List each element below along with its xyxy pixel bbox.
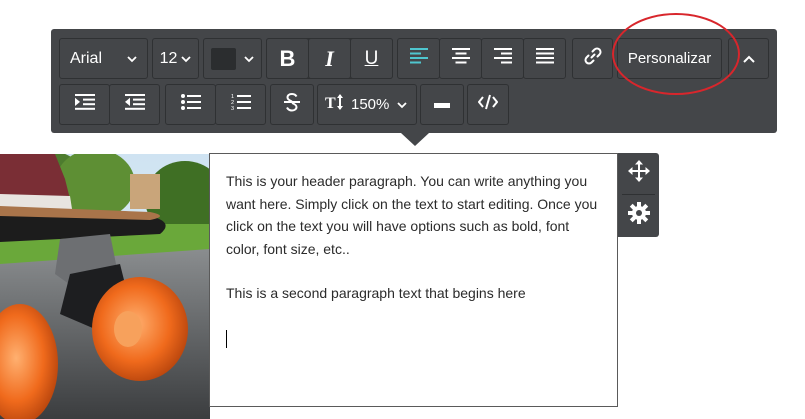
code-icon xyxy=(477,94,499,115)
header-paragraph[interactable]: This is your header paragraph. You can w… xyxy=(226,170,598,260)
line-height-select[interactable]: T 150% xyxy=(317,84,417,125)
italic-icon: I xyxy=(325,45,334,71)
skateboard-photo-art xyxy=(0,154,210,419)
indent-icon xyxy=(74,94,95,115)
strikethrough-icon xyxy=(283,92,301,117)
numbered-list-icon: 123 xyxy=(231,93,251,116)
underline-icon: U xyxy=(364,47,379,69)
outdent-icon xyxy=(124,94,145,115)
font-family-value: Arial xyxy=(70,49,103,67)
text-editor[interactable]: This is your header paragraph. You can w… xyxy=(209,153,618,407)
chevron-down-icon xyxy=(127,50,137,68)
link-icon xyxy=(583,47,602,70)
insert-link-button[interactable] xyxy=(572,38,613,79)
outdent-button[interactable] xyxy=(109,84,160,125)
text-color-select[interactable] xyxy=(203,38,262,79)
svg-text:T: T xyxy=(325,95,336,112)
second-paragraph[interactable]: This is a second paragraph text that beg… xyxy=(226,282,598,305)
underline-button[interactable]: U xyxy=(350,38,393,79)
text-caret xyxy=(226,330,227,348)
align-center-button[interactable] xyxy=(439,38,482,79)
svg-text:3: 3 xyxy=(231,106,234,111)
bold-button[interactable]: B xyxy=(266,38,309,79)
align-left-icon xyxy=(409,48,428,69)
block-settings-button[interactable] xyxy=(618,195,659,236)
indent-button[interactable] xyxy=(59,84,110,125)
move-icon xyxy=(627,160,650,187)
font-size-select[interactable]: 12 xyxy=(152,38,199,79)
font-family-select[interactable]: Arial xyxy=(59,38,148,79)
text-color-swatch xyxy=(211,47,236,70)
align-right-icon xyxy=(493,48,512,69)
align-justify-icon xyxy=(535,48,554,69)
numbered-list-button[interactable]: 123 xyxy=(215,84,266,125)
code-view-button[interactable] xyxy=(467,84,509,125)
align-left-button[interactable] xyxy=(397,38,440,79)
move-block-button[interactable] xyxy=(618,153,659,194)
chevron-up-icon xyxy=(742,50,755,68)
font-size-value: 12 xyxy=(159,49,178,67)
line-height-value: 150% xyxy=(351,96,390,113)
horizontal-rule-icon xyxy=(434,96,450,114)
horizontal-rule-button[interactable] xyxy=(420,84,464,125)
align-right-button[interactable] xyxy=(481,38,524,79)
highlight-ellipse xyxy=(612,13,740,95)
strikethrough-button[interactable] xyxy=(270,84,314,125)
toolbar-pointer xyxy=(401,133,429,146)
align-center-icon xyxy=(451,48,470,69)
skateboard-photo xyxy=(0,154,210,419)
line-height-icon: T xyxy=(325,92,345,117)
chevron-down-icon xyxy=(244,50,254,68)
bullet-list-icon xyxy=(180,94,201,115)
block-tools xyxy=(618,153,659,237)
chevron-down-icon xyxy=(181,50,192,68)
italic-button[interactable]: I xyxy=(308,38,351,79)
bold-icon: B xyxy=(279,45,296,71)
bullet-list-button[interactable] xyxy=(165,84,216,125)
align-justify-button[interactable] xyxy=(523,38,566,79)
chevron-down-icon xyxy=(397,96,408,114)
gear-icon xyxy=(627,202,650,229)
